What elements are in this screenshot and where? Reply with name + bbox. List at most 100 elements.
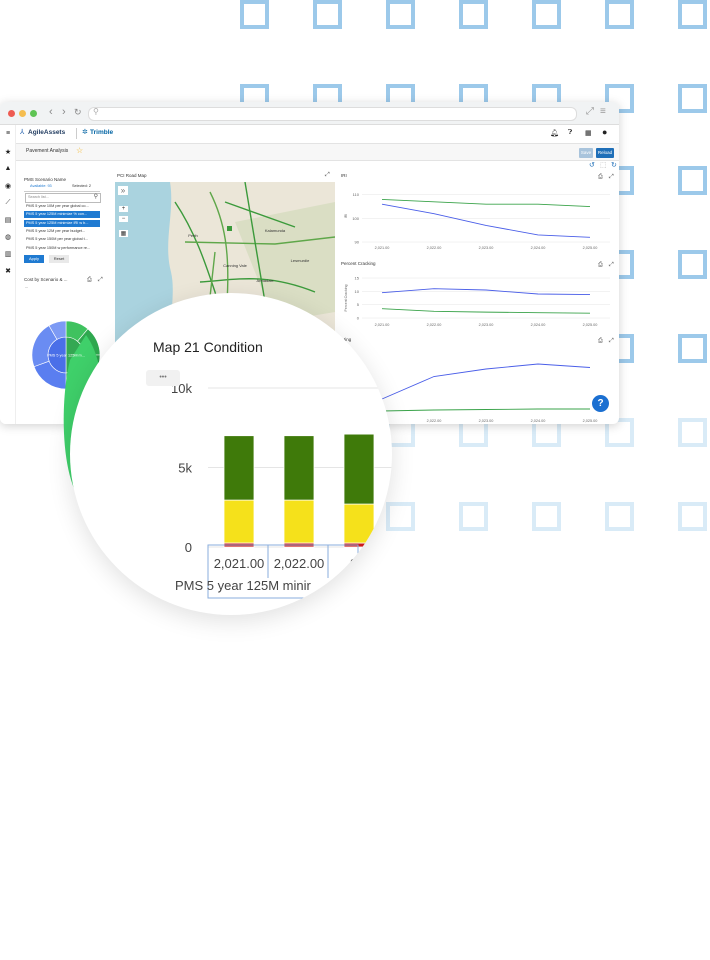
zoom-x-tick-label: 2,0: [350, 556, 368, 571]
maximize-window-dot[interactable]: [30, 110, 37, 117]
reload-button[interactable]: Reload: [596, 148, 614, 158]
place-label: Armadale: [256, 278, 274, 283]
apply-button[interactable]: Apply: [24, 255, 44, 263]
zoom-x-tick-label: 2,022.00: [274, 556, 325, 571]
scenario-panel-title: PMS Scenario Name: [24, 177, 67, 182]
trend-icon[interactable]: ⟋: [4, 199, 12, 207]
cracking-export-icon[interactable]: ⎙: [598, 262, 603, 269]
road-marker: [227, 226, 232, 231]
stacked-bar-segment: [223, 435, 255, 501]
zoom-chart-title: Map 21 Condition: [153, 339, 263, 355]
tab-available[interactable]: Available: 93: [30, 184, 52, 188]
scenario-list-item[interactable]: PMS 5 year 125M minimize IRI w b...: [24, 219, 100, 227]
scenario-list-item[interactable]: PMS 5 year 150M w performance re...: [24, 245, 100, 252]
close-window-dot[interactable]: [8, 110, 15, 117]
qr-code-icon[interactable]: ▦: [119, 230, 128, 237]
zoom-callout: 10k 5k 0 2,021.00 2,022.00 2,0 PMS 5 year 125M…: [70, 293, 392, 615]
app-header: ⅄ AgileAssets ✲ Trimble 🔔︎ ❓︎ ▦ ●: [16, 125, 619, 144]
page-title: Pavement Analysis: [26, 148, 69, 154]
menu-icon[interactable]: ≡: [600, 106, 606, 117]
cost-panel-more[interactable]: ...: [25, 284, 28, 289]
donut-center-label: PMS 5 year 125M m...: [47, 354, 85, 358]
decorative-square: [532, 0, 561, 29]
iri-export-icon[interactable]: ⎙: [598, 174, 603, 181]
decorative-square: [678, 418, 707, 447]
map-panel-title: PCI Road Map: [117, 173, 147, 178]
url-bar[interactable]: ⚲: [88, 107, 577, 121]
iri-fullscreen-icon[interactable]: ⤢: [609, 174, 614, 181]
zoom-chart-menu[interactable]: •••: [146, 370, 180, 386]
scenario-list-item[interactable]: PMS 5 year 150M per year global t...: [24, 236, 100, 243]
back-icon[interactable]: ‹: [49, 106, 53, 118]
layout-icon[interactable]: ⬚: [600, 161, 607, 169]
forward-icon[interactable]: ›: [62, 106, 66, 118]
decorative-square: [459, 502, 488, 531]
hamburger-icon[interactable]: ≡: [4, 130, 12, 137]
table-icon[interactable]: ▤: [4, 216, 12, 224]
zoom-x-axis-label: PMS 5 year 125M minir: [175, 578, 311, 593]
map-fullscreen-icon[interactable]: ⤢: [325, 172, 330, 179]
scenario-list-item[interactable]: PMS 5 year 125M minimize % con...: [24, 211, 100, 219]
tools-icon[interactable]: ✖: [4, 267, 12, 275]
scenario-search-input[interactable]: Search list... ⚲: [25, 193, 101, 203]
decorative-square: [386, 502, 415, 531]
stacked-bar-segment: [283, 499, 315, 544]
decorative-square: [240, 0, 269, 29]
help-circle-icon[interactable]: ❓︎: [568, 129, 572, 137]
favorite-star-icon[interactable]: ☆: [76, 146, 83, 155]
export-icon[interactable]: ⎙: [87, 277, 92, 284]
tab-selected[interactable]: Selected: 2: [72, 184, 91, 188]
decorative-square: [678, 84, 707, 113]
save-button[interactable]: Save: [579, 148, 593, 158]
place-label: Perth: [188, 233, 198, 238]
expand-icon[interactable]: ⤢: [586, 106, 594, 117]
road-icon[interactable]: ▲: [4, 165, 12, 172]
stacked-bar-segment: [283, 435, 315, 501]
map-layers-toggle-icon[interactable]: »: [118, 186, 128, 195]
stacked-bar-segment: [343, 503, 375, 544]
redo-icon[interactable]: ↻: [611, 161, 617, 169]
bar-chart-icon[interactable]: ▥: [4, 250, 12, 258]
page-toolbar: Pavement Analysis ☆ Save Reload: [16, 144, 619, 161]
zoom-in-icon[interactable]: +: [119, 206, 128, 212]
scenario-panel: PMS Scenario Name Available: 93 Selected…: [22, 176, 107, 266]
star-icon[interactable]: ★: [4, 148, 12, 156]
apps-grid-icon[interactable]: ▦: [585, 129, 592, 137]
decorative-square: [313, 0, 342, 29]
scenario-list-item[interactable]: PMS 5 year 12M per year budget...: [24, 228, 100, 235]
iri-panel-title: IRI: [341, 173, 347, 178]
undo-icon[interactable]: ↺: [589, 161, 595, 169]
cracking-panel-title: Percent Cracking: [341, 261, 376, 266]
user-avatar-icon[interactable]: ●: [602, 127, 607, 137]
fullscreen-icon[interactable]: ⤢: [98, 277, 103, 284]
decorative-square: [678, 250, 707, 279]
scenario-list-item[interactable]: PMS 5 year 10M per year global co...: [24, 203, 100, 210]
cracking-panel: Percent Cracking ⎙ ⤢: [339, 260, 617, 332]
reset-button[interactable]: Reset: [49, 255, 69, 263]
minimize-window-dot[interactable]: [19, 110, 26, 117]
search-icon: ⚲: [93, 107, 99, 116]
compass-icon[interactable]: ◉: [4, 182, 12, 190]
decorative-square: [459, 0, 488, 29]
agileassets-logo-icon: ⅄: [20, 129, 25, 136]
stacked-bar-segment: [223, 499, 255, 544]
magnifier-icon: ⚲: [93, 194, 98, 200]
refresh-icon[interactable]: ↻: [74, 107, 82, 118]
cracking-fullscreen-icon[interactable]: ⤢: [609, 262, 614, 269]
rutting-export-icon[interactable]: ⎙: [598, 338, 603, 345]
trimble-logo-icon: ✲: [82, 129, 88, 136]
decorative-square: [605, 0, 634, 29]
zoom-y-tick-label: 0: [185, 540, 192, 555]
bell-icon[interactable]: 🔔︎: [550, 129, 559, 137]
globe-icon[interactable]: ◍: [4, 233, 12, 241]
decorative-square: [678, 166, 707, 195]
rutting-fullscreen-icon[interactable]: ⤢: [609, 338, 614, 345]
stacked-bar-segment: [343, 433, 375, 505]
brand-name: AgileAssets: [28, 129, 66, 136]
decorative-square: [678, 334, 707, 363]
help-button[interactable]: ?: [592, 395, 609, 412]
zoom-out-icon[interactable]: −: [119, 216, 128, 222]
decorative-square: [386, 0, 415, 29]
search-placeholder: Search list...: [28, 195, 49, 199]
map-panel-header: PCI Road Map ⤢: [115, 172, 335, 181]
